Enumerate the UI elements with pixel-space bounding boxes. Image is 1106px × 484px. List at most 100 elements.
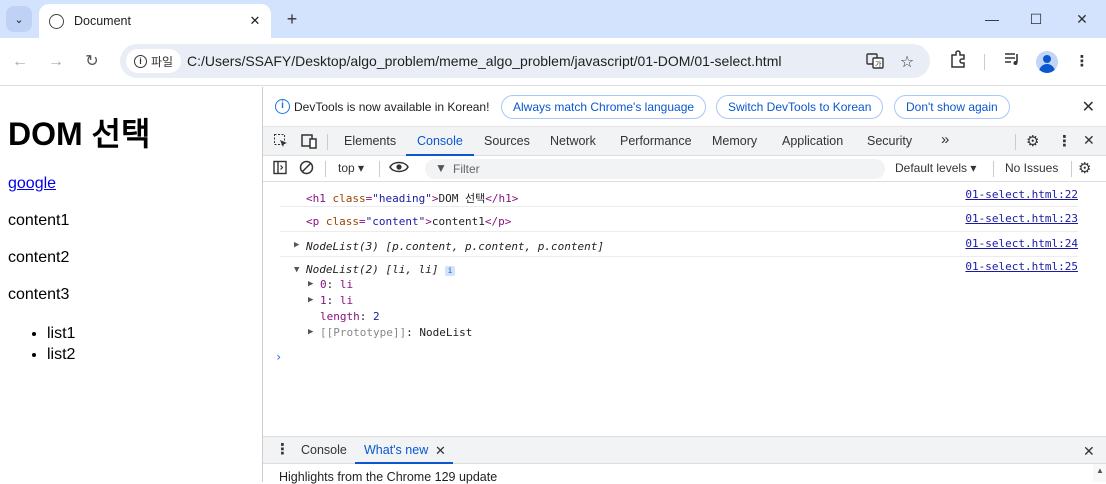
page-viewport: DOM 선택 google content1 content2 content3… — [0, 87, 262, 482]
tab-divider — [1015, 134, 1016, 150]
switch-korean-button[interactable]: Switch DevTools to Korean — [716, 95, 884, 119]
more-tabs-icon[interactable]: » — [941, 131, 949, 148]
media-queue-icon[interactable] — [1000, 50, 1024, 74]
toolbar-divider — [984, 54, 985, 70]
infobar-message: DevTools is now available in Korean! — [294, 100, 490, 114]
browser-tab[interactable]: Document ✕ — [39, 4, 271, 38]
translate-icon[interactable]: 가 — [865, 52, 885, 70]
browser-toolbar: ← → ↻ i 파일 C:/Users/SSAFY/Desktop/algo_p… — [0, 38, 1106, 86]
tab-network[interactable]: Network — [550, 134, 596, 148]
drawer-tab-console[interactable]: Console — [301, 443, 347, 457]
source-link[interactable]: 01-select.html:23 — [965, 212, 1078, 225]
tab-console[interactable]: Console — [417, 134, 463, 148]
dont-show-again-button[interactable]: Don't show again — [894, 95, 1010, 119]
toolbar-divider — [325, 161, 326, 177]
tab-security[interactable]: Security — [867, 134, 912, 148]
device-toolbar-icon[interactable] — [301, 133, 317, 152]
nodelist-summary[interactable]: NodeList(3) [p.content, p.content, p.con… — [306, 240, 604, 253]
match-language-button[interactable]: Always match Chrome's language — [501, 95, 707, 119]
source-link[interactable]: 01-select.html:24 — [965, 237, 1078, 250]
context-selector[interactable]: top ▾ — [338, 161, 364, 175]
info-icon: i — [275, 99, 290, 114]
expand-triangle-icon[interactable]: ▶ — [308, 327, 313, 337]
devtools-panel: i DevTools is now available in Korean! A… — [262, 87, 1106, 484]
tab-close-icon[interactable]: ✕ — [245, 11, 265, 31]
devtools-tabbar: Elements Console Sources Network Perform… — [263, 127, 1106, 156]
live-expression-eye-icon[interactable] — [389, 159, 409, 178]
new-tab-button[interactable]: + — [282, 9, 302, 29]
forward-button[interactable]: → — [44, 50, 68, 74]
tab-sources[interactable]: Sources — [484, 134, 530, 148]
tab-title: Document — [74, 14, 131, 28]
devtools-drawer: ⋮ Console What's new ✕ ✕ Highlights from… — [263, 436, 1106, 484]
list-item: list1 — [47, 323, 75, 344]
issues-counter[interactable]: No Issues — [1005, 161, 1058, 175]
address-bar[interactable]: i 파일 C:/Users/SSAFY/Desktop/algo_problem… — [120, 44, 930, 78]
tab-strip: ⌄ Document ✕ + — ☐ ✕ — [0, 0, 1106, 38]
sidebar-toggle-icon[interactable] — [273, 160, 288, 178]
maximize-button[interactable]: ☐ — [1024, 8, 1048, 30]
nodelist-entry[interactable]: 0: li — [320, 278, 353, 291]
google-link[interactable]: google — [8, 175, 56, 193]
source-link[interactable]: 01-select.html:22 — [965, 188, 1078, 201]
expand-triangle-icon[interactable]: ▶ — [294, 240, 299, 250]
console-message: <h1 class="heading">DOM 선택</h1> 01-selec… — [280, 182, 1078, 207]
console-message: ▼ NodeList(2) [li, li] i 01-select.html:… — [280, 257, 1078, 347]
site-info-chip[interactable]: i 파일 — [126, 49, 182, 73]
globe-icon — [49, 13, 64, 29]
logged-element[interactable]: <h1 class="heading">DOM 선택</h1> — [306, 190, 518, 206]
reload-button[interactable]: ↻ — [80, 50, 104, 74]
window-close-button[interactable]: ✕ — [1070, 8, 1094, 30]
inspect-element-icon[interactable] — [273, 133, 289, 152]
drawer-tab-whats-new[interactable]: What's new — [364, 443, 428, 457]
close-devtools-icon[interactable]: ✕ — [1083, 132, 1095, 149]
close-icon[interactable]: ✕ — [1082, 97, 1095, 117]
toolbar-divider — [993, 161, 994, 177]
console-message: <p class="content">content1</p> 01-selec… — [280, 207, 1078, 232]
log-levels-dropdown[interactable]: Default levels ▾ — [895, 161, 976, 175]
extensions-icon[interactable] — [946, 50, 970, 74]
drawer-menu-icon[interactable]: ⋮ — [275, 440, 290, 458]
tab-divider — [327, 134, 328, 150]
expand-triangle-icon[interactable]: ▶ — [308, 279, 313, 289]
close-drawer-icon[interactable]: ✕ — [1083, 443, 1095, 460]
console-prompt-icon[interactable]: › — [275, 350, 282, 364]
logged-element[interactable]: <p class="content">content1</p> — [306, 215, 511, 228]
content-paragraph: content3 — [8, 286, 70, 303]
nodelist-summary[interactable]: NodeList(2) [li, li] i — [306, 263, 456, 276]
context-label: top — [338, 161, 355, 175]
levels-label: Default levels — [895, 161, 968, 175]
console-settings-gear-icon[interactable]: ⚙ — [1078, 159, 1091, 177]
content-paragraph: content2 — [8, 249, 70, 266]
nodelist-prototype[interactable]: [[Prototype]]: NodeList — [320, 326, 472, 339]
kebab-menu-icon[interactable]: ⋮ — [1070, 50, 1094, 74]
info-badge-icon[interactable]: i — [445, 266, 456, 276]
tab-search-button[interactable]: ⌄ — [6, 6, 32, 32]
language-infobar: i DevTools is now available in Korean! A… — [263, 87, 1106, 127]
devtools-menu-icon[interactable]: ⋮ — [1057, 132, 1072, 150]
back-button[interactable]: ← — [8, 50, 32, 74]
filter-placeholder: Filter — [453, 162, 480, 176]
bookmark-star-icon[interactable]: ☆ — [897, 52, 917, 71]
console-filter-input[interactable]: ▼ Filter — [425, 159, 885, 179]
nodelist-entry[interactable]: 1: li — [320, 294, 353, 307]
nodelist-length: length: 2 — [320, 310, 380, 323]
collapse-triangle-icon[interactable]: ▼ — [294, 265, 299, 275]
drawer-scrollbar[interactable]: ▲ — [1093, 464, 1106, 482]
console-message: ▶ NodeList(3) [p.content, p.content, p.c… — [280, 232, 1078, 257]
scroll-up-icon[interactable]: ▲ — [1096, 466, 1104, 475]
expand-triangle-icon[interactable]: ▶ — [308, 295, 313, 305]
tab-performance[interactable]: Performance — [620, 134, 692, 148]
chevron-down-icon: ⌄ — [14, 13, 24, 26]
tab-application[interactable]: Application — [782, 134, 843, 148]
tab-memory[interactable]: Memory — [712, 134, 757, 148]
tab-elements[interactable]: Elements — [344, 134, 396, 148]
clear-console-icon[interactable] — [299, 160, 314, 178]
url-text[interactable]: C:/Users/SSAFY/Desktop/algo_problem/meme… — [187, 53, 781, 69]
settings-gear-icon[interactable]: ⚙ — [1026, 132, 1039, 150]
close-icon[interactable]: ✕ — [435, 443, 446, 459]
svg-text:가: 가 — [875, 60, 882, 69]
source-link[interactable]: 01-select.html:25 — [965, 260, 1078, 273]
profile-avatar-icon[interactable] — [1036, 51, 1058, 73]
minimize-button[interactable]: — — [980, 8, 1004, 30]
